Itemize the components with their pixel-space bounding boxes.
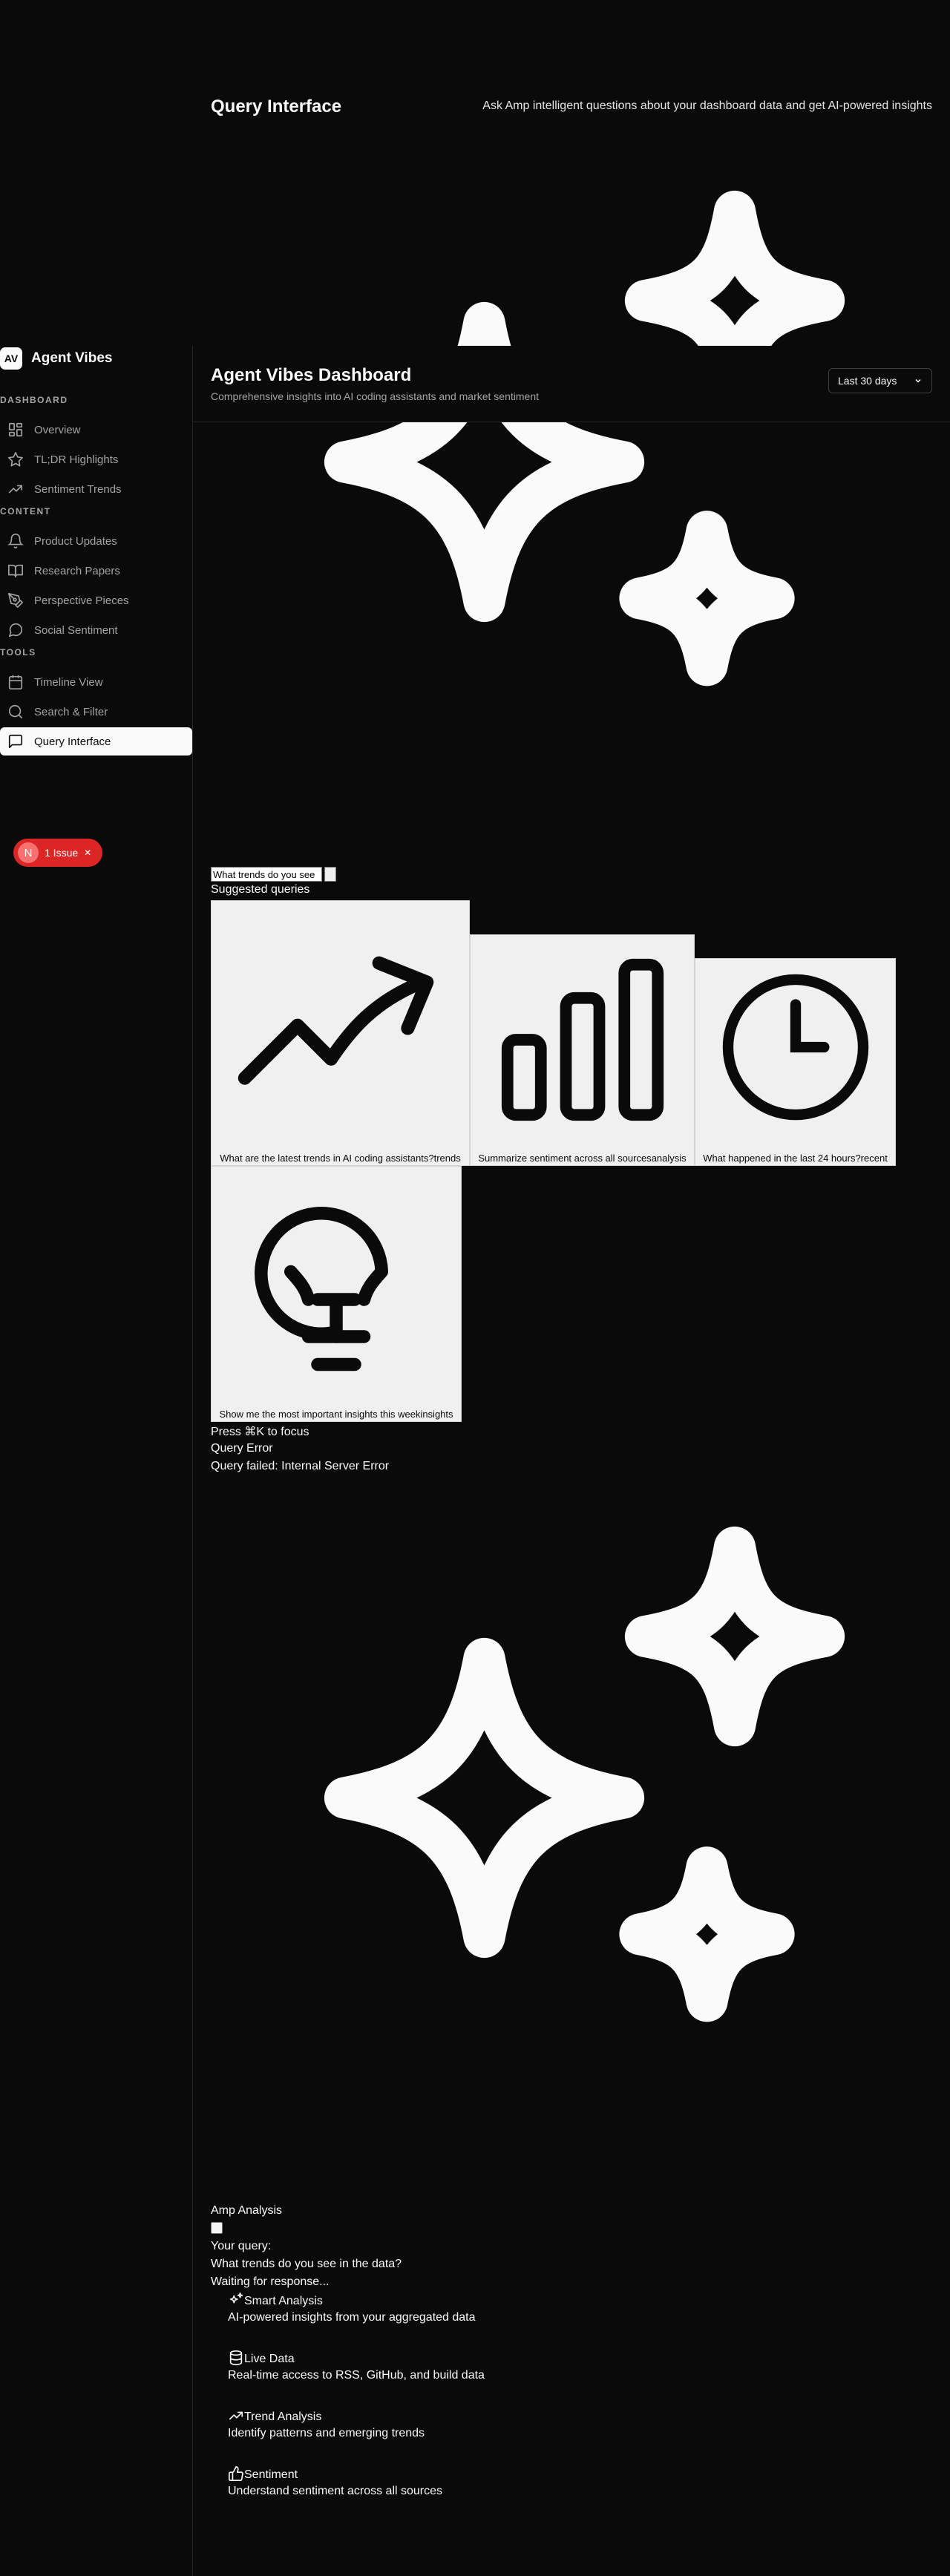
date-range-select[interactable]: Last 30 days bbox=[828, 368, 932, 393]
bar-chart-icon bbox=[501, 958, 664, 1121]
sparkles-icon bbox=[324, 1526, 845, 2022]
page-title: Query Interface bbox=[211, 96, 342, 117]
bell-icon bbox=[7, 534, 24, 549]
date-range-value: Last 30 days bbox=[838, 375, 897, 387]
sparkles-icon bbox=[324, 190, 845, 686]
sidebar-item-product-updates[interactable]: Product Updates bbox=[0, 527, 192, 555]
focus-hint: Press ⌘K to focus bbox=[211, 1426, 309, 1438]
logo: AV bbox=[0, 347, 22, 370]
suggestion-card-recent[interactable]: What happened in the last 24 hours?recen… bbox=[695, 958, 896, 1166]
dashboard-subtitle: Comprehensive insights into AI coding as… bbox=[211, 390, 540, 402]
feature-title: Smart Analysis bbox=[244, 2295, 323, 2307]
section-label-content: CONTENT bbox=[0, 506, 51, 517]
query-input[interactable] bbox=[211, 867, 322, 882]
issues-avatar: N bbox=[18, 842, 39, 863]
error-title: Query Error bbox=[211, 1442, 273, 1455]
feature-desc: AI-powered insights from your aggregated… bbox=[228, 2311, 476, 2324]
sidebar-item-label: Research Papers bbox=[34, 564, 120, 577]
section-label-dashboard: DASHBOARD bbox=[0, 395, 68, 405]
close-icon[interactable]: ✕ bbox=[84, 848, 91, 858]
sidebar-item-label: Search & Filter bbox=[34, 705, 108, 718]
brand[interactable]: AV Agent Vibes bbox=[0, 346, 112, 371]
sidebar-item-label: Sentiment Trends bbox=[34, 482, 122, 496]
book-icon bbox=[8, 564, 23, 578]
sidebar-item-query-interface[interactable]: Query Interface bbox=[0, 727, 192, 756]
search-icon bbox=[8, 704, 23, 719]
feature-desc: Understand sentiment across all sources bbox=[228, 2485, 443, 2497]
dashboard-title: Agent Vibes Dashboard bbox=[211, 365, 412, 385]
sidebar-item-timeline-view[interactable]: Timeline View bbox=[0, 668, 192, 696]
chat-bubble-icon bbox=[8, 623, 23, 638]
section-label-tools: TOOLS bbox=[0, 647, 36, 658]
feature-title: Live Data bbox=[244, 2353, 295, 2365]
trending-up-icon bbox=[229, 2411, 243, 2420]
analysis-title: Amp Analysis bbox=[211, 2204, 283, 2217]
your-query-text: What trends do you see in the data? bbox=[211, 2258, 402, 2270]
star-icon bbox=[8, 452, 23, 467]
app-name: Agent Vibes bbox=[31, 350, 113, 366]
submit-query-button[interactable] bbox=[324, 867, 336, 882]
your-query-label: Your query: bbox=[211, 2240, 272, 2252]
suggestion-card-trends[interactable]: What are the latest trends in AI coding … bbox=[211, 900, 470, 1166]
chevron-down-icon bbox=[915, 378, 921, 383]
database-icon bbox=[229, 2350, 243, 2365]
sidebar-item-label: TL;DR Highlights bbox=[34, 453, 119, 466]
feature-desc: Real-time access to RSS, GitHub, and bui… bbox=[228, 2369, 485, 2382]
feature-trend-analysis: Trend Analysis Identify patterns and eme… bbox=[228, 2408, 425, 2440]
feature-live-data: Live Data Real-time access to RSS, GitHu… bbox=[228, 2350, 485, 2382]
feature-sentiment: Sentiment Understand sentiment across al… bbox=[228, 2465, 442, 2498]
feature-title: Sentiment bbox=[244, 2468, 298, 2481]
sidebar-item-tldr-highlights[interactable]: TL;DR Highlights bbox=[0, 445, 192, 473]
issues-badge[interactable]: N 1 Issue ✕ bbox=[13, 839, 102, 867]
suggestion-card-analysis[interactable]: Summarize sentiment across all sourcesan… bbox=[470, 934, 695, 1166]
page-tagline: Ask Amp intelligent questions about your… bbox=[482, 99, 932, 112]
trending-up-icon bbox=[8, 485, 23, 494]
sparkles-icon bbox=[229, 2292, 243, 2304]
calendar-icon bbox=[8, 675, 23, 689]
sidebar-item-social-sentiment[interactable]: Social Sentiment bbox=[0, 616, 192, 644]
sidebar-item-perspective-pieces[interactable]: Perspective Pieces bbox=[0, 586, 192, 614]
sidebar-item-label: Product Updates bbox=[34, 534, 117, 548]
thumbs-up-icon bbox=[229, 2466, 243, 2481]
message-square-icon bbox=[8, 734, 23, 749]
sidebar: AV Agent Vibes DASHBOARD Overview TL;DR … bbox=[0, 346, 193, 2576]
sidebar-item-sentiment-trends[interactable]: Sentiment Trends bbox=[0, 475, 192, 503]
sidebar-item-label: Overview bbox=[34, 423, 81, 436]
pen-nib-icon bbox=[8, 593, 23, 608]
sidebar-item-research-papers[interactable]: Research Papers bbox=[0, 557, 192, 585]
grid-icon bbox=[8, 422, 23, 437]
feature-desc: Identify patterns and emerging trends bbox=[228, 2427, 425, 2439]
dashboard-header: Agent Vibes Dashboard Comprehensive insi… bbox=[193, 346, 950, 422]
sidebar-item-label: Social Sentiment bbox=[34, 623, 118, 637]
feature-smart-analysis: Smart Analysis AI-powered insights from … bbox=[228, 2292, 476, 2324]
sidebar-item-overview[interactable]: Overview bbox=[0, 416, 192, 444]
suggested-queries-title: Suggested queries bbox=[211, 883, 310, 896]
suggestion-card-insights[interactable]: Show me the most important insights this… bbox=[211, 1166, 462, 1422]
suggestion-label: Summarize sentiment across all sourcesan… bbox=[478, 1153, 687, 1164]
analysis-checkbox[interactable] bbox=[211, 2222, 223, 2234]
issues-label: 1 Issue bbox=[45, 847, 79, 859]
suggestion-label: Show me the most important insights this… bbox=[219, 1409, 453, 1420]
error-message: Query failed: Internal Server Error bbox=[211, 1460, 390, 1472]
suggestion-label: What happened in the last 24 hours?recen… bbox=[703, 1153, 888, 1164]
feature-title: Trend Analysis bbox=[244, 2411, 322, 2423]
sidebar-item-label: Timeline View bbox=[34, 675, 103, 689]
clock-icon bbox=[722, 974, 869, 1121]
sidebar-item-label: Perspective Pieces bbox=[34, 594, 129, 607]
sidebar-item-label: Query Interface bbox=[34, 735, 111, 748]
trending-up-icon bbox=[238, 956, 434, 1085]
response-status: Waiting for response... bbox=[211, 2275, 330, 2288]
lightbulb-icon bbox=[255, 1207, 388, 1371]
suggestion-label: What are the latest trends in AI coding … bbox=[220, 1153, 461, 1164]
sidebar-item-search-filter[interactable]: Search & Filter bbox=[0, 698, 192, 726]
